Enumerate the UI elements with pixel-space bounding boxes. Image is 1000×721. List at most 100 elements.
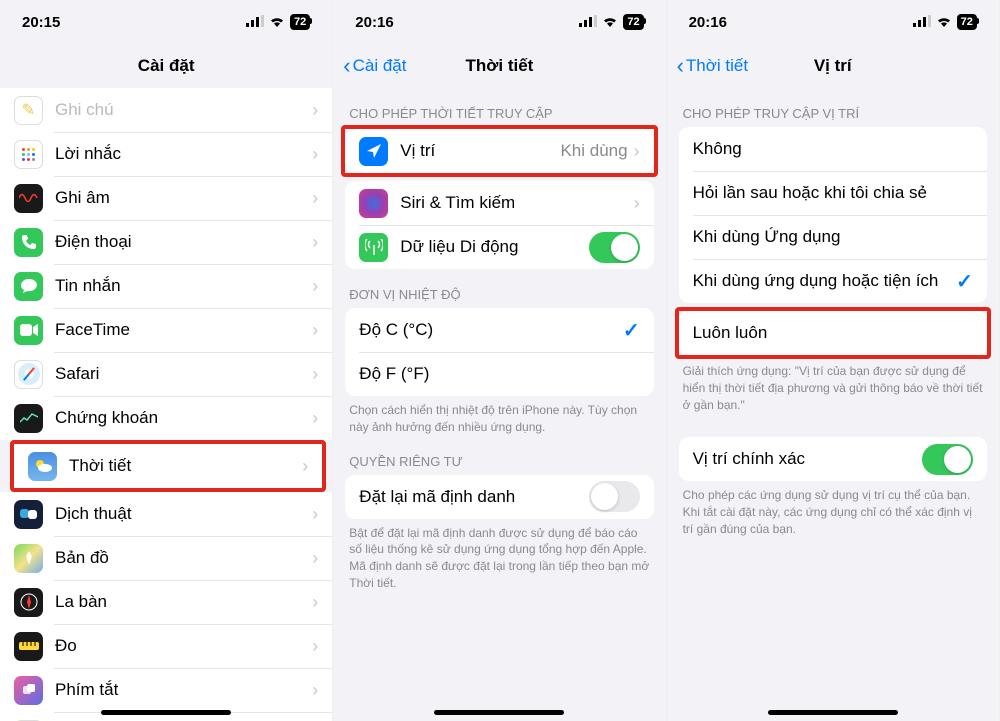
checkmark-icon: ✓ bbox=[623, 318, 640, 343]
status-indicators: 72 bbox=[913, 14, 977, 31]
status-bar: 20:15 72 bbox=[0, 0, 332, 44]
settings-row-reminders[interactable]: Lời nhắc › bbox=[0, 132, 332, 176]
chevron-left-icon: ‹ bbox=[677, 55, 684, 77]
option-while-using-app-or-widgets[interactable]: Khi dùng ứng dụng hoặc tiện ích ✓ bbox=[679, 259, 987, 303]
highlight-always: Luôn luôn bbox=[675, 307, 991, 359]
footer-explain: Giải thích ứng dụng: "Vị trí của bạn đượ… bbox=[667, 357, 999, 413]
cellular-icon bbox=[913, 14, 931, 31]
chevron-right-icon: › bbox=[312, 144, 318, 165]
status-indicators: 72 bbox=[579, 14, 643, 31]
wifi-icon bbox=[936, 14, 952, 31]
option-ask-next-time[interactable]: Hỏi lần sau hoặc khi tôi chia sẻ bbox=[679, 171, 987, 215]
section-header-access: CHO PHÉP TRUY CẬP VỊ TRÍ bbox=[667, 88, 999, 127]
wifi-icon bbox=[602, 14, 618, 31]
home-indicator[interactable] bbox=[101, 710, 231, 715]
page-title: Vị trí bbox=[814, 56, 852, 76]
precise-location-toggle[interactable] bbox=[922, 444, 973, 475]
antenna-icon bbox=[359, 233, 388, 262]
status-time: 20:16 bbox=[355, 14, 393, 31]
highlight-location: Vị trí Khi dùng › bbox=[341, 125, 657, 177]
home-indicator[interactable] bbox=[434, 710, 564, 715]
settings-list: ✎ Ghi chú › Lời nhắc › Ghi âm › bbox=[0, 88, 332, 721]
home-indicator[interactable] bbox=[768, 710, 898, 715]
nav-bar: Cài đặt bbox=[0, 44, 332, 88]
settings-row-messages[interactable]: Tin nhắn › bbox=[0, 264, 332, 308]
row-siri[interactable]: Siri & Tìm kiếm › bbox=[345, 181, 653, 225]
highlight-weather: Thời tiết › bbox=[10, 440, 326, 492]
chevron-right-icon: › bbox=[312, 188, 318, 209]
settings-row-notes[interactable]: ✎ Ghi chú › bbox=[0, 88, 332, 132]
compass-icon bbox=[14, 588, 43, 617]
chevron-right-icon: › bbox=[634, 193, 640, 214]
cellular-icon bbox=[579, 14, 597, 31]
chevron-right-icon: › bbox=[302, 456, 308, 477]
translate-icon bbox=[14, 500, 43, 529]
settings-row-weather[interactable]: Thời tiết › bbox=[14, 444, 322, 488]
status-time: 20:15 bbox=[22, 14, 60, 31]
messages-icon bbox=[14, 272, 43, 301]
location-icon bbox=[359, 137, 388, 166]
back-button[interactable]: ‹ Thời tiết bbox=[677, 55, 749, 77]
chevron-right-icon: › bbox=[312, 680, 318, 701]
facetime-icon bbox=[14, 316, 43, 345]
cellular-icon bbox=[246, 14, 264, 31]
section-header-privacy: QUYỀN RIÊNG TƯ bbox=[333, 436, 665, 475]
row-mobile-data[interactable]: Dữ liệu Di động bbox=[345, 225, 653, 269]
row-location[interactable]: Vị trí Khi dùng › bbox=[345, 129, 653, 173]
measure-icon bbox=[14, 632, 43, 661]
mobile-data-toggle[interactable] bbox=[589, 232, 640, 263]
nav-bar: ‹ Cài đặt Thời tiết bbox=[333, 44, 665, 88]
screen-location-permission: 20:16 72 ‹ Thời tiết Vị trí CHO PHÉP TRU… bbox=[667, 0, 1000, 721]
safari-icon bbox=[14, 360, 43, 389]
settings-row-stocks[interactable]: Chứng khoán › bbox=[0, 396, 332, 440]
weather-icon bbox=[28, 452, 57, 481]
settings-row-phone[interactable]: Điện thoại › bbox=[0, 220, 332, 264]
settings-row-compass[interactable]: La bàn › bbox=[0, 580, 332, 624]
back-button[interactable]: ‹ Cài đặt bbox=[343, 55, 406, 77]
settings-row-measure[interactable]: Đo › bbox=[0, 624, 332, 668]
settings-row-voicememos[interactable]: Ghi âm › bbox=[0, 176, 332, 220]
chevron-right-icon: › bbox=[312, 232, 318, 253]
voicememos-icon bbox=[14, 184, 43, 213]
footer-precise: Cho phép các ứng dụng sử dụng vị trí cụ … bbox=[667, 481, 999, 537]
status-indicators: 72 bbox=[246, 14, 310, 31]
maps-icon bbox=[14, 544, 43, 573]
chevron-right-icon: › bbox=[312, 636, 318, 657]
phone-icon bbox=[14, 228, 43, 257]
row-celsius[interactable]: Độ C (°C) ✓ bbox=[345, 308, 653, 352]
page-title: Cài đặt bbox=[138, 56, 195, 76]
status-bar: 20:16 72 bbox=[333, 0, 665, 44]
row-precise-location[interactable]: Vị trí chính xác bbox=[679, 437, 987, 481]
stocks-icon bbox=[14, 404, 43, 433]
option-while-using-app[interactable]: Khi dùng Ứng dụng bbox=[679, 215, 987, 259]
siri-icon bbox=[359, 189, 388, 218]
settings-row-shortcuts[interactable]: Phím tắt › bbox=[0, 668, 332, 712]
battery-indicator: 72 bbox=[623, 14, 643, 30]
settings-row-safari[interactable]: Safari › bbox=[0, 352, 332, 396]
settings-row-translate[interactable]: Dịch thuật › bbox=[0, 492, 332, 536]
chevron-right-icon: › bbox=[312, 408, 318, 429]
option-never[interactable]: Không bbox=[679, 127, 987, 171]
option-always[interactable]: Luôn luôn bbox=[679, 311, 987, 355]
chevron-left-icon: ‹ bbox=[343, 55, 350, 77]
chevron-right-icon: › bbox=[312, 548, 318, 569]
row-fahrenheit[interactable]: Độ F (°F) bbox=[345, 352, 653, 396]
screen-weather-settings: 20:16 72 ‹ Cài đặt Thời tiết CHO PHÉP TH… bbox=[333, 0, 666, 721]
checkmark-icon: ✓ bbox=[956, 269, 973, 294]
chevron-right-icon: › bbox=[312, 100, 318, 121]
section-header-access: CHO PHÉP THỜI TIẾT TRUY CẬP bbox=[333, 88, 665, 127]
status-bar: 20:16 72 bbox=[667, 0, 999, 44]
chevron-right-icon: › bbox=[312, 364, 318, 385]
chevron-right-icon: › bbox=[312, 504, 318, 525]
chevron-right-icon: › bbox=[312, 276, 318, 297]
nav-bar: ‹ Thời tiết Vị trí bbox=[667, 44, 999, 88]
settings-row-maps[interactable]: Bản đồ › bbox=[0, 536, 332, 580]
wifi-icon bbox=[269, 14, 285, 31]
row-reset-identifier[interactable]: Đặt lại mã định danh bbox=[345, 475, 653, 519]
reset-identifier-toggle[interactable] bbox=[589, 481, 640, 512]
chevron-right-icon: › bbox=[312, 592, 318, 613]
settings-row-facetime[interactable]: FaceTime › bbox=[0, 308, 332, 352]
chevron-right-icon: › bbox=[634, 141, 640, 162]
battery-indicator: 72 bbox=[290, 14, 310, 30]
chevron-right-icon: › bbox=[312, 320, 318, 341]
